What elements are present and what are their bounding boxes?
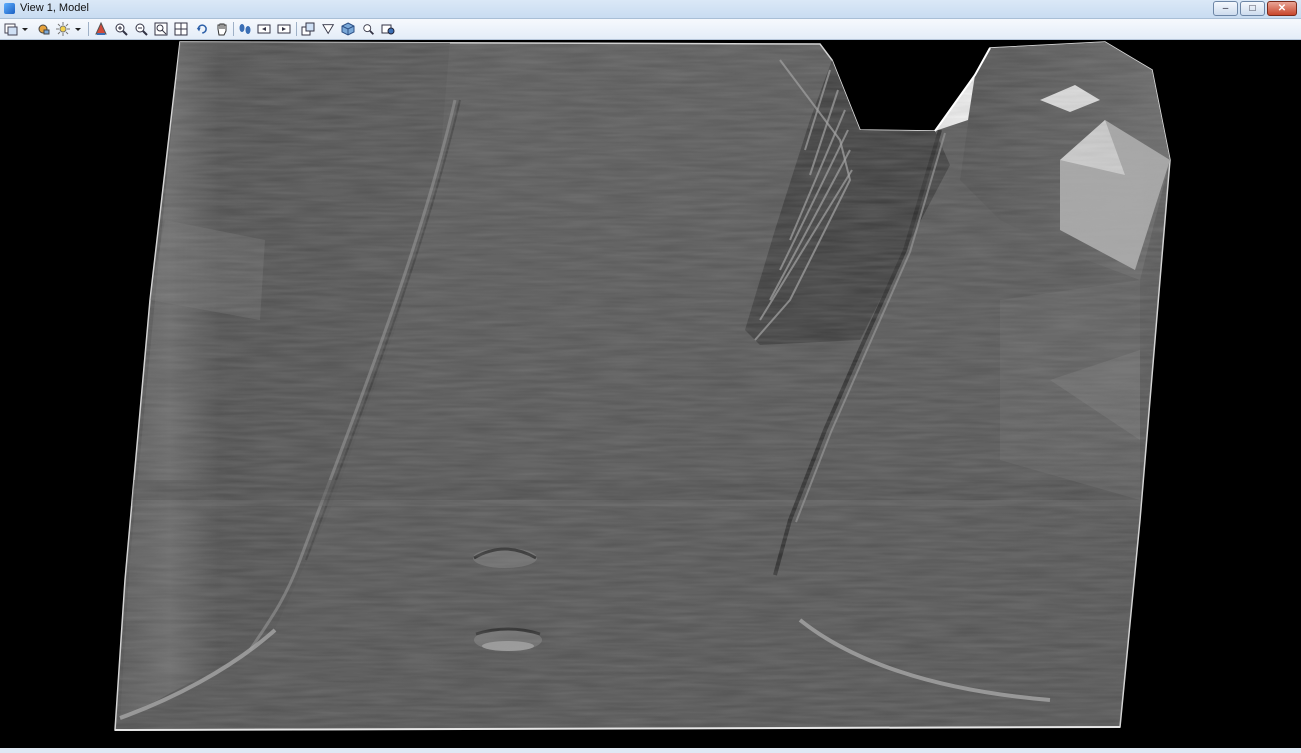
view-cube-icon[interactable] bbox=[340, 21, 356, 37]
pan-view-icon[interactable] bbox=[214, 21, 230, 37]
clip-volume-icon[interactable] bbox=[320, 21, 338, 37]
view-next-icon[interactable] bbox=[276, 21, 292, 37]
dropdown-arrow-icon[interactable] bbox=[73, 21, 83, 37]
window-bottom-border bbox=[0, 748, 1301, 753]
clip-mask-icon[interactable] bbox=[360, 21, 378, 37]
toolbar-separator bbox=[233, 22, 234, 36]
maximize-button[interactable]: □ bbox=[1240, 1, 1265, 16]
window-area-icon[interactable] bbox=[153, 21, 169, 37]
camera-icon[interactable] bbox=[300, 21, 316, 37]
display-style-icon[interactable] bbox=[36, 21, 52, 37]
view-toggles-icon[interactable] bbox=[380, 21, 396, 37]
title-bar: View 1, Model – □ ✕ bbox=[0, 0, 1301, 19]
view-attributes-icon[interactable] bbox=[3, 21, 19, 37]
zoom-out-icon[interactable] bbox=[133, 21, 149, 37]
walk-icon[interactable] bbox=[237, 21, 253, 37]
view-toolbar bbox=[0, 19, 1301, 40]
lighting-icon[interactable] bbox=[55, 21, 71, 37]
model-viewport[interactable] bbox=[0, 40, 1301, 748]
toolbar-separator bbox=[296, 22, 297, 36]
app-icon bbox=[4, 3, 15, 14]
rotate-view-icon[interactable] bbox=[193, 21, 213, 37]
view-previous-icon[interactable] bbox=[256, 21, 272, 37]
fit-view-icon[interactable] bbox=[173, 21, 189, 37]
terrain-render bbox=[114, 41, 1171, 731]
close-button[interactable]: ✕ bbox=[1267, 1, 1297, 16]
minimize-button[interactable]: – bbox=[1213, 1, 1238, 16]
update-view-icon[interactable] bbox=[93, 21, 109, 37]
window-title: View 1, Model bbox=[20, 2, 89, 14]
dropdown-arrow-icon[interactable] bbox=[20, 21, 30, 37]
zoom-in-icon[interactable] bbox=[113, 21, 129, 37]
toolbar-separator bbox=[88, 22, 89, 36]
